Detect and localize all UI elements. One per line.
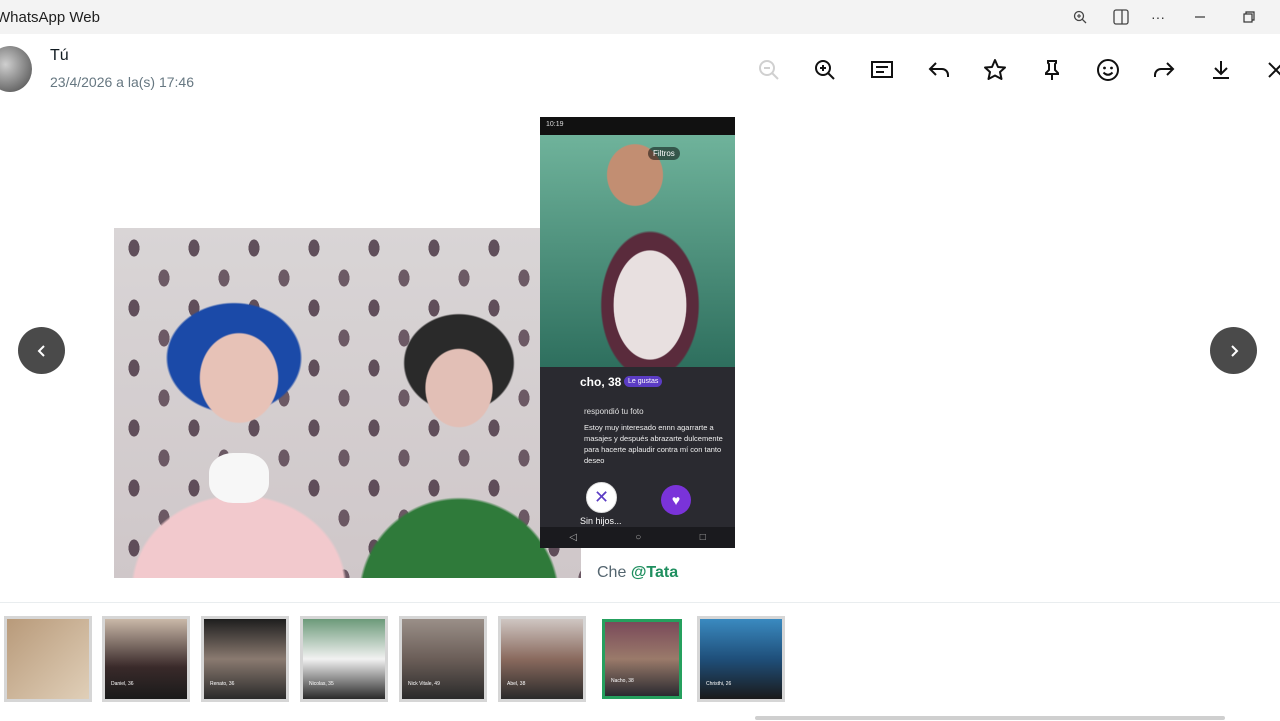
heart-icon: ♥ [661,485,691,515]
phone-status-bar: 10:19 [540,117,735,135]
match-badge: Le gustas [624,376,663,387]
more-icon[interactable]: ··· [1145,5,1171,29]
minimize-icon[interactable] [1187,5,1213,29]
toy [209,453,269,503]
close-icon[interactable] [1262,56,1280,84]
app-title: WhatsApp Web [0,9,100,26]
filter-chip: Filtros [648,147,680,160]
thumbnail[interactable]: Nicolas, 35 [300,616,388,702]
caption-mention[interactable]: @Tata [631,564,678,581]
profile-message: Estoy muy interesado ennn agarrarte a ma… [584,423,723,465]
thumbnail-label: Abel, 38 [507,681,526,687]
download-icon[interactable] [1207,56,1235,84]
caption-text: Che [597,564,627,581]
thumbnail-selected[interactable]: Nacho, 38 [602,619,682,699]
message-icon[interactable] [868,56,896,84]
zoom-out-icon[interactable] [755,56,783,84]
thumbnail[interactable]: Abel, 38 [498,616,586,702]
reply-icon[interactable] [925,56,953,84]
horizontal-scrollbar[interactable] [755,716,1225,720]
thumbnail-label: Nick Vitale, 49 [408,681,440,687]
thumbnail-label: Nacho, 38 [611,678,634,684]
thumbnail[interactable]: Renato, 36 [201,616,289,702]
profile-subtext: Sin hijos... [580,516,622,526]
media-thumbnail-strip: Daniel, 36 Renato, 36 Nicolas, 35 Nick V… [0,602,1280,721]
profile-photo [540,135,735,367]
avatar[interactable] [0,46,32,92]
next-media-button[interactable] [1210,327,1257,374]
chevron-left-icon [37,344,45,357]
restore-icon[interactable] [1236,5,1262,29]
dismiss-icon: ✕ [586,482,617,513]
thumbnail-label: Nicolas, 35 [309,681,334,687]
chevron-right-icon [1230,344,1238,357]
thumbnail-label: Christhi, 26 [706,681,732,687]
forward-icon[interactable] [1150,56,1178,84]
thumbnail[interactable]: Christhi, 26 [697,616,785,702]
panel-icon[interactable] [1108,5,1134,29]
media-caption: Che @Tata [597,564,678,582]
previous-media-button[interactable] [18,327,65,374]
thumbnail[interactable]: Daniel, 36 [102,616,190,702]
window-titlebar: WhatsApp Web ··· [0,0,1280,34]
phone-screenshot: 10:19 Filtros cho, 38 Le gustas respondi… [540,117,735,548]
zoom-in-icon[interactable] [811,56,839,84]
pin-icon[interactable] [1038,56,1066,84]
phone-nav-bar: ◁ ○ □ [540,527,735,548]
media-photo [114,228,581,578]
message-timestamp: 23/4/2026 a la(s) 17:46 [50,74,194,90]
star-icon[interactable] [981,56,1009,84]
zoom-icon[interactable] [1067,5,1093,29]
thumbnail[interactable]: Nick Vitale, 49 [399,616,487,702]
thumbnail-label: Daniel, 36 [111,681,134,687]
sender-name: Tú [50,47,69,64]
react-emoji-icon[interactable] [1094,56,1122,84]
thumbnail-label: Renato, 36 [210,681,235,687]
person-left [114,288,364,578]
profile-name: cho, 38 [580,375,622,389]
reply-note: respondió tu foto [584,407,644,416]
thumbnail[interactable] [4,616,92,702]
